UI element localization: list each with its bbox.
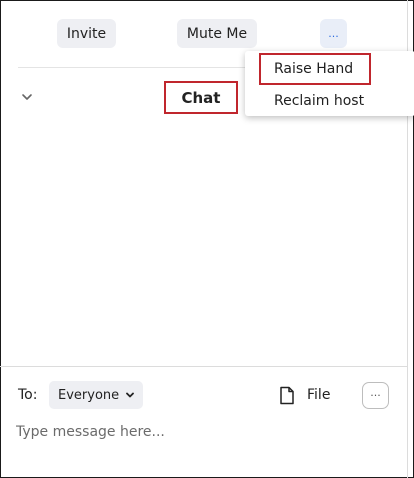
chevron-down-icon[interactable] xyxy=(20,90,34,104)
menu-item-reclaim-host[interactable]: Reclaim host xyxy=(274,93,364,109)
recipient-value: Everyone xyxy=(58,387,120,403)
more-options-button[interactable]: ... xyxy=(320,19,347,48)
recipient-select[interactable]: Everyone xyxy=(49,381,143,409)
more-options-menu: Raise Hand Reclaim host xyxy=(245,51,414,116)
invite-button[interactable]: Invite xyxy=(57,19,116,48)
ellipsis-icon[interactable]: ··· xyxy=(362,382,389,409)
caret-down-icon xyxy=(126,392,135,398)
chat-panel-title: Chat xyxy=(164,81,238,114)
mute-me-button[interactable]: Mute Me xyxy=(177,19,257,48)
to-label: To: xyxy=(18,387,38,403)
message-input[interactable] xyxy=(16,420,386,444)
file-button-label[interactable]: File xyxy=(307,387,330,403)
chat-compose-divider xyxy=(0,366,408,367)
file-icon[interactable] xyxy=(279,386,295,405)
menu-item-raise-hand[interactable]: Raise Hand xyxy=(259,53,371,85)
